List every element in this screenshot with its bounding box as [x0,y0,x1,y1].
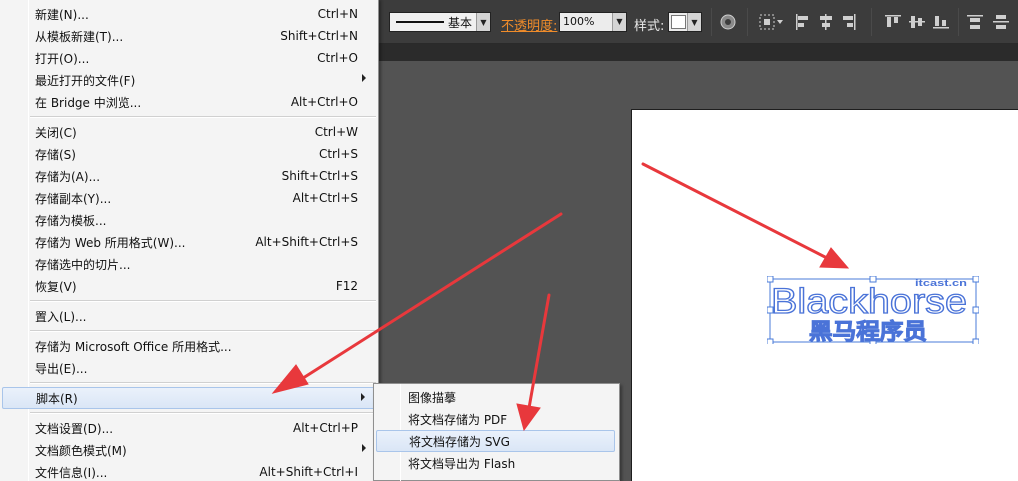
toolbar-separator [871,8,872,36]
menu-separator [30,382,376,384]
recolor-artwork-icon[interactable] [719,13,737,31]
menu-item-save-as[interactable]: 存储为(A)... Shift+Ctrl+S [2,165,376,187]
menu-item-new[interactable]: 新建(N)... Ctrl+N [2,3,376,25]
align-left-icon[interactable] [794,13,812,31]
submenu-item-save-docs-as-svg[interactable]: 将文档存储为 SVG [376,430,615,452]
menu-item-document-setup[interactable]: 文档设置(D)... Alt+Ctrl+P [2,417,376,439]
artwork-sub-text: 黑马程序员 [809,319,927,344]
submenu-item-save-docs-as-pdf[interactable]: 将文档存储为 PDF [376,408,615,430]
submenu-item-image-trace[interactable]: 图像描摹 [376,386,615,408]
menu-item-browse-in-bridge[interactable]: 在 Bridge 中浏览... Alt+Ctrl+O [2,91,376,113]
menu-separator [30,300,376,302]
graphic-style-picker[interactable]: ▼ [668,12,702,32]
selection-handle[interactable] [972,338,979,344]
align-to-selection-icon[interactable] [758,13,784,31]
scripts-submenu: 图像描摹 将文档存储为 PDF 将文档存储为 SVG 将文档导出为 Flash [373,383,620,481]
distribute-vertical-center-icon[interactable] [992,13,1010,31]
selection-handle[interactable] [972,306,979,314]
chevron-down-icon[interactable]: ▼ [687,13,701,31]
file-menu: 新建(N)... Ctrl+N 从模板新建(T)... Shift+Ctrl+N 打… [0,0,379,481]
opacity-value: 100% [563,15,595,28]
style-swatch [671,15,686,29]
menu-separator [30,116,376,118]
menu-separator [30,330,376,332]
menu-item-place[interactable]: 置入(L)... [2,305,376,327]
menu-item-open-recent[interactable]: 最近打开的文件(F) [2,69,376,91]
toolbar-separator [958,8,959,36]
menu-item-save-as-template[interactable]: 存储为模板... [2,209,376,231]
align-right-icon[interactable] [840,13,858,31]
submenu-arrow-icon [362,74,366,82]
opacity-input[interactable]: 100% ▼ [559,12,627,32]
submenu-arrow-icon [361,393,365,401]
toolbar-separator [747,8,748,36]
chevron-down-icon[interactable]: ▼ [612,13,626,31]
menu-item-close[interactable]: 关闭(C) Ctrl+W [2,121,376,143]
selection-handle[interactable] [972,276,979,283]
menu-item-save-for-web[interactable]: 存储为 Web 所用格式(W)... Alt+Shift+Ctrl+S [2,231,376,253]
blackhorse-logo-artwork[interactable]: Blackhorse itcast.cn 黑马程序员 [767,276,979,344]
selection-handle[interactable] [767,338,774,344]
style-label: 样式: [634,19,665,34]
artwork-corner-text: itcast.cn [915,278,967,288]
opacity-label[interactable]: 不透明度: [501,15,557,34]
align-top-icon[interactable] [884,13,902,31]
menu-item-document-color-mode[interactable]: 文档颜色模式(M) [2,439,376,461]
menu-item-save-a-copy[interactable]: 存储副本(Y)... Alt+Ctrl+S [2,187,376,209]
menu-item-save-for-ms-office[interactable]: 存储为 Microsoft Office 所用格式... [2,335,376,357]
menu-item-save[interactable]: 存储(S) Ctrl+S [2,143,376,165]
toolbar-separator [711,8,712,36]
menu-item-scripts[interactable]: 脚本(R) [2,387,376,409]
stroke-profile-label: 基本 [448,15,473,30]
submenu-arrow-icon [362,444,366,452]
submenu-item-export-docs-as-flash[interactable]: 将文档导出为 Flash [376,452,615,474]
align-bottom-icon[interactable] [932,13,950,31]
stroke-line-preview [396,21,444,23]
menu-separator [30,412,376,414]
menu-item-revert[interactable]: 恢复(V) F12 [2,275,376,297]
menu-item-new-from-template[interactable]: 从模板新建(T)... Shift+Ctrl+N [2,25,376,47]
distribute-top-icon[interactable] [966,13,984,31]
menu-item-save-selected-slices[interactable]: 存储选中的切片... [2,253,376,275]
align-horizontal-center-icon[interactable] [817,13,835,31]
align-vertical-center-icon[interactable] [908,13,926,31]
menu-item-export[interactable]: 导出(E)... [2,357,376,379]
menu-item-open[interactable]: 打开(O)... Ctrl+O [2,47,376,69]
menu-item-file-info[interactable]: 文件信息(I)... Alt+Shift+Ctrl+I [2,461,376,481]
stroke-profile-select[interactable]: 基本 ▼ [389,12,491,32]
chevron-down-icon[interactable]: ▼ [476,13,490,31]
